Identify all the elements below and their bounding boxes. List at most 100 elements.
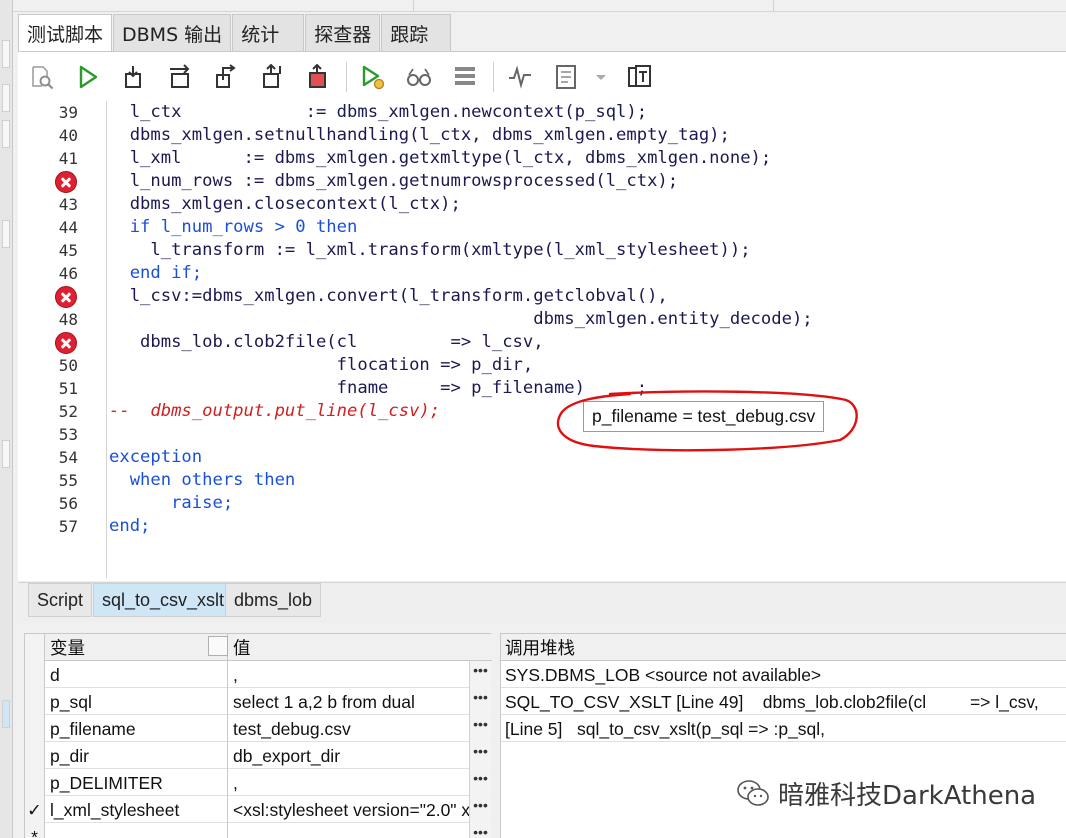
find-icon[interactable]: [24, 59, 60, 95]
column-header-value[interactable]: 值: [229, 634, 469, 661]
variable-name[interactable]: l_xml_stylesheet: [46, 796, 228, 823]
ellipsis-button[interactable]: •••: [469, 823, 491, 838]
call-stack-entry[interactable]: SQL_TO_CSV_XSLT [Line 49] dbms_lob.clob2…: [505, 688, 1039, 715]
variable-value[interactable]: db_export_dir: [229, 742, 469, 769]
profiler-icon[interactable]: [502, 59, 538, 95]
watermark: 暗雅科技DarkAthena: [736, 773, 1036, 813]
breakpoint-error-icon[interactable]: [55, 286, 77, 308]
code-line: exception: [109, 447, 203, 467]
variable-name[interactable]: p_filename: [46, 715, 228, 742]
row-indicator: [25, 661, 45, 688]
row-indicator: [25, 715, 45, 742]
line-number: 46: [58, 264, 78, 283]
watermark-text: 暗雅科技DarkAthena: [778, 780, 1037, 811]
stack-icon[interactable]: [447, 59, 483, 95]
step-out-icon[interactable]: [208, 59, 244, 95]
run-to-exception-icon[interactable]: [254, 59, 290, 95]
code-editor[interactable]: 39 40 41 43 44 45 46 48 50 51 52 53 54 5…: [18, 101, 1066, 578]
breakpoint-error-icon[interactable]: [55, 171, 77, 193]
variable-name[interactable]: p_dir: [46, 742, 228, 769]
line-number: 51: [58, 379, 78, 398]
ellipsis-button[interactable]: •••: [469, 796, 491, 823]
call-stack-header: 调用堆栈: [501, 634, 1066, 661]
variable-name[interactable]: p_DELIMITER: [46, 769, 228, 796]
variable-name[interactable]: d: [46, 661, 228, 688]
tab-profiler[interactable]: 探查器: [305, 14, 381, 52]
table-row[interactable]: ✓ l_xml_stylesheet <xsl:stylesheet versi…: [25, 796, 492, 823]
tab-sql-to-csv-xslt[interactable]: sql_to_csv_xslt: [93, 583, 234, 617]
variable-value[interactable]: test_debug.csv: [229, 715, 469, 742]
variable-value[interactable]: [229, 823, 469, 838]
step-into-icon[interactable]: [116, 59, 152, 95]
debug-run-icon[interactable]: [355, 59, 391, 95]
call-stack-row[interactable]: SQL_TO_CSV_XSLT [Line 49] dbms_lob.clob2…: [501, 688, 1066, 715]
new-row-indicator: *: [25, 823, 45, 838]
dbms-output-icon[interactable]: [622, 59, 658, 95]
code-line: dbms_xmlgen.setnullhandling(l_ctx, dbms_…: [109, 125, 730, 145]
code-line: flocation => p_dir,: [109, 355, 534, 375]
ellipsis-button[interactable]: •••: [469, 769, 491, 796]
halt-icon[interactable]: [300, 59, 336, 95]
tab-statistics[interactable]: 统计: [232, 14, 305, 52]
column-header-variable[interactable]: 变量: [46, 634, 228, 661]
code-line: raise;: [109, 493, 234, 513]
row-indicator: [25, 688, 45, 715]
report-icon[interactable]: [548, 59, 584, 95]
table-row[interactable]: p_dir db_export_dir •••: [25, 742, 492, 769]
line-number: 40: [58, 126, 78, 145]
dropdown-icon[interactable]: [594, 59, 608, 95]
code-line: if l_num_rows > 0 then: [109, 217, 358, 237]
call-stack-entry[interactable]: SYS.DBMS_LOB <source not available>: [505, 661, 821, 688]
column-filter-box[interactable]: [208, 636, 228, 656]
call-stack-entry[interactable]: [Line 5] sql_to_csv_xslt(p_sql => :p_sql…: [505, 715, 825, 742]
line-number: 48: [58, 310, 78, 329]
variable-name[interactable]: [46, 823, 228, 838]
row-check-mark[interactable]: ✓: [25, 796, 45, 823]
variable-name[interactable]: p_sql: [46, 688, 228, 715]
toolbar-separator: [493, 62, 494, 92]
code-line: dbms_xmlgen.entity_decode);: [109, 309, 813, 329]
ellipsis-button[interactable]: •••: [469, 715, 491, 742]
code-area[interactable]: l_ctx := dbms_xmlgen.newcontext(p_sql); …: [109, 101, 1059, 578]
code-comment-line: -- dbms_output.put_line(l_csv);: [109, 401, 441, 421]
watch-icon[interactable]: [401, 59, 437, 95]
top-header-strip: [13, 0, 1066, 12]
table-row[interactable]: p_DELIMITER , •••: [25, 769, 492, 796]
tab-trace[interactable]: 跟踪: [381, 14, 452, 52]
left-strip-marker: [2, 120, 10, 148]
line-number: 45: [58, 241, 78, 260]
left-strip-marker: [2, 220, 10, 248]
variable-value[interactable]: select 1 a,2 b from dual: [229, 688, 469, 715]
tab-test-script[interactable]: 测试脚本: [18, 14, 113, 52]
step-over-icon[interactable]: [162, 59, 198, 95]
code-line: dbms_lob.clob2file(cl => l_csv,: [109, 332, 544, 352]
variable-value[interactable]: <xsl:stylesheet version="2.0" x: [229, 796, 469, 823]
table-row[interactable]: p_sql select 1 a,2 b from dual •••: [25, 688, 492, 715]
table-row[interactable]: p_filename test_debug.csv •••: [25, 715, 492, 742]
tab-script[interactable]: Script: [28, 583, 93, 617]
call-stack-row[interactable]: [Line 5] sql_to_csv_xslt(p_sql => :p_sql…: [501, 715, 1066, 742]
variable-value[interactable]: ,: [229, 769, 469, 796]
table-row-new[interactable]: * •••: [25, 823, 492, 838]
variable-value[interactable]: ,: [229, 661, 469, 688]
toolbar-separator: [346, 62, 347, 92]
highlight-circle: [556, 390, 858, 452]
line-number: 54: [58, 448, 78, 467]
ellipsis-button[interactable]: •••: [469, 742, 491, 769]
code-line: l_csv:=dbms_xmlgen.convert(l_transform.g…: [109, 286, 668, 306]
table-row[interactable]: d , •••: [25, 661, 492, 688]
line-number: 53: [58, 425, 78, 444]
ellipsis-button[interactable]: •••: [469, 688, 491, 715]
run-icon[interactable]: [70, 59, 106, 95]
call-stack-row[interactable]: SYS.DBMS_LOB <source not available>: [501, 661, 1066, 688]
breakpoint-error-icon[interactable]: [55, 332, 77, 354]
line-number: 57: [58, 517, 78, 536]
code-line: l_xml := dbms_xmlgen.getxmltype(l_ctx, d…: [109, 148, 772, 168]
tab-dbms-lob[interactable]: dbms_lob: [225, 583, 322, 617]
line-number: 52: [58, 402, 78, 421]
line-number-gutter: 39 40 41 43 44 45 46 48 50 51 52 53 54 5…: [18, 101, 107, 578]
ellipsis-button[interactable]: •••: [469, 661, 491, 688]
line-number: 56: [58, 494, 78, 513]
line-number: 41: [58, 149, 78, 168]
tab-dbms-output[interactable]: DBMS 输出: [113, 14, 232, 52]
